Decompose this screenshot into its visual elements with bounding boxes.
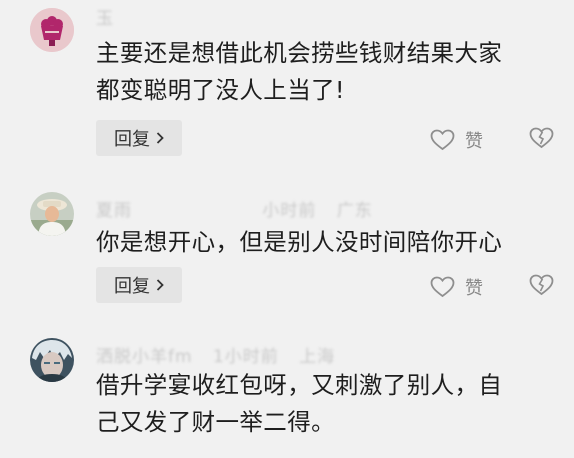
comment-meta: 夏雨 小时前 广东 — [96, 196, 387, 221]
comment-item: 夏雨 小时前 广东 你是想开心，但是别人没时间陪你开心 回复 赞 — [0, 160, 574, 310]
comment-avatar[interactable] — [30, 192, 74, 236]
dislike-button[interactable] — [529, 274, 554, 300]
reply-button[interactable]: 回复 — [96, 267, 182, 303]
comment-item: 玉 主要还是想借此机会捞些钱财结果大家 都变聪明了没人上当了! 回复 赞 — [0, 0, 574, 160]
comment-avatar[interactable] — [30, 8, 74, 52]
person-avatar-icon — [30, 192, 74, 236]
comment-text: 借升学宴收红包呀，又刺激了别人，自 己又发了财一举二得。 — [96, 367, 556, 441]
heart-icon — [430, 276, 455, 298]
reply-label: 回复 — [114, 129, 150, 150]
comment-meta: 洒脱小羊fm 1小时前 上海 — [96, 342, 349, 367]
broken-heart-icon — [529, 127, 554, 149]
comment-text-line: 都变聪明了没人上当了! — [96, 76, 345, 104]
comment-avatar[interactable] — [30, 338, 74, 382]
username[interactable]: 洒脱小羊fm — [96, 347, 193, 367]
dislike-button[interactable] — [529, 127, 554, 153]
flower-avatar-icon — [30, 8, 74, 52]
heart-icon — [430, 129, 455, 151]
comment-time: 1小时前 — [212, 347, 279, 367]
chevron-right-icon — [156, 279, 164, 291]
comment-location: 广东 — [336, 201, 373, 221]
comment-text-line: 你是想开心，但是别人没时间陪你开心 — [96, 228, 503, 256]
like-label: 赞 — [465, 131, 483, 152]
comment-meta: 玉 — [96, 4, 156, 29]
username[interactable]: 玉 — [96, 9, 114, 29]
reply-label: 回复 — [114, 276, 150, 297]
comment-location: 上海 — [299, 347, 336, 367]
comment-time: 小时前 — [262, 201, 317, 221]
broken-heart-icon — [529, 274, 554, 296]
comment-text-line: 己又发了财一举二得。 — [96, 408, 335, 436]
comment-text-line: 主要还是想借此机会捞些钱财结果大家 — [96, 39, 503, 67]
comment-text-line: 借升学宴收红包呀，又刺激了别人，自 — [96, 371, 503, 399]
like-button[interactable]: 赞 — [430, 274, 483, 300]
comment-text: 主要还是想借此机会捞些钱财结果大家 都变聪明了没人上当了! — [96, 35, 556, 109]
chevron-right-icon — [156, 132, 164, 144]
username[interactable]: 夏雨 — [96, 201, 132, 221]
like-button[interactable]: 赞 — [430, 127, 483, 153]
comment-item: 洒脱小羊fm 1小时前 上海 借升学宴收红包呀，又刺激了别人，自 己又发了财一举… — [0, 310, 574, 458]
anime-avatar-icon — [30, 338, 74, 382]
reply-button[interactable]: 回复 — [96, 120, 182, 156]
comment-text: 你是想开心，但是别人没时间陪你开心 — [96, 224, 556, 261]
like-label: 赞 — [465, 278, 483, 299]
